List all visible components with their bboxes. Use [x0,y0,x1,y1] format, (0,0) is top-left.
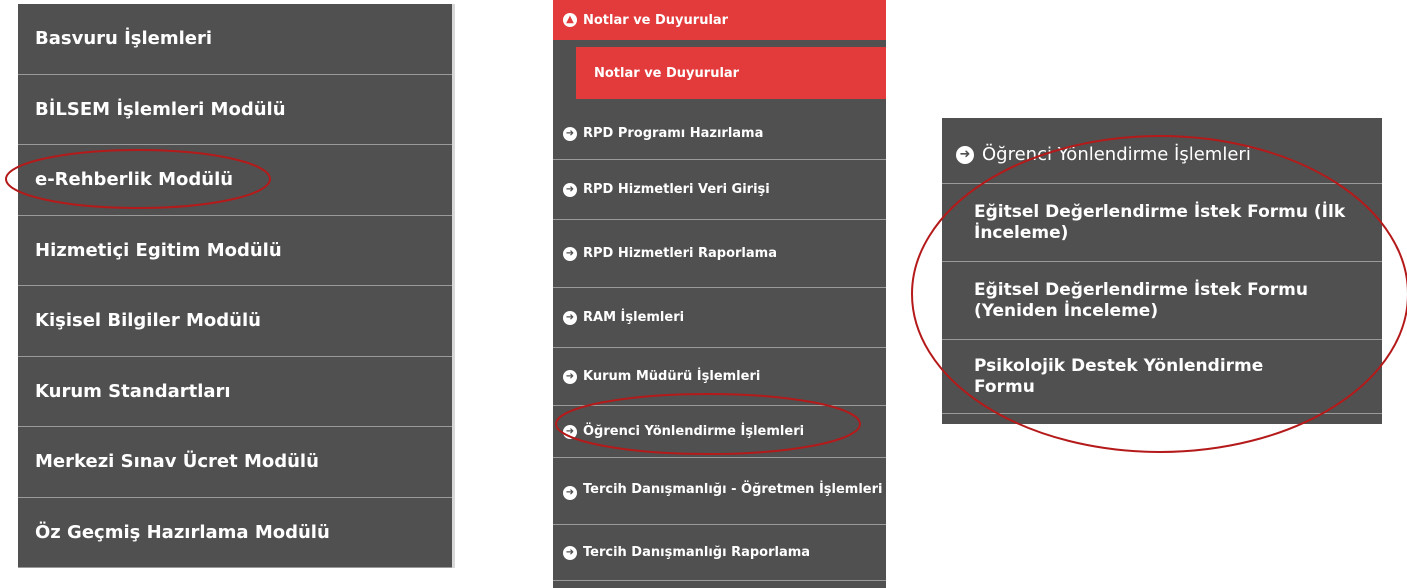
menu-item-merkezi-sinav[interactable]: Merkezi Sınav Ücret Modülü [18,427,452,498]
arrow-right-icon: ➜ [563,246,577,261]
arrow-up-icon: ▲ [563,13,577,27]
menu-item-label: RPD Hizmetleri Raporlama [583,246,777,261]
arrow-right-icon: ➜ [563,126,577,141]
menu-item-tercih-raporlama[interactable]: ➜ Tercih Danışmanlığı Raporlama [553,525,886,581]
menu-item-label: Öz Geçmiş Hazırlama Modülü [35,521,330,543]
arrow-right-icon: ➜ [563,310,577,325]
submenu-item-label: Notlar ve Duyurular [594,65,740,81]
menu-header-ogrenci-yonlendirme[interactable]: ➜ Öğrenci Yönlendirme İşlemleri [942,126,1382,184]
menu-item-label: RPD Programı Hazırlama [583,126,764,141]
menu-item-label: RPD Hizmetleri Veri Girişi [583,182,770,197]
menu-item-kisisel-bilgiler[interactable]: Kişisel Bilgiler Modülü [18,286,452,357]
menu-item-ogrenci-yonlendirme[interactable]: ➜ Öğrenci Yönlendirme İşlemleri [553,406,886,458]
menu-header-label: Öğrenci Yönlendirme İşlemleri [982,144,1251,165]
menu-item-label: Tercih Danışmanlığı - Öğretmen İşlemleri [583,482,883,497]
submenu-item-label: Eğitsel Değerlendirme İstek Formu (Yenid… [974,279,1308,321]
menu-item-ram-islemleri[interactable]: ➜ RAM İşlemleri [553,288,886,348]
menu-item-label: RAM İşlemleri [583,310,685,325]
menu-item-label: BİLSEM İşlemleri Modülü [35,98,286,120]
menu-item-basvuru[interactable]: Basvuru İşlemleri [18,4,452,75]
menu-item-label: Öğrenci Yönlendirme İşlemleri [583,424,805,439]
e-rehberlik-menu: ▲ Notlar ve Duyurular Notlar ve Duyurula… [553,0,886,588]
menu-item-hizmetici[interactable]: Hizmetiçi Egitim Modülü [18,216,452,286]
menu-item-label: Kurum Standartları [35,380,231,402]
arrow-right-icon: ➜ [956,145,974,164]
submenu-item-label: Eğitsel Değerlendirme İstek Formu (İlk İ… [974,201,1346,243]
menu-item-label: Notlar ve Duyurular [583,12,729,28]
menu-item-label: e-Rehberlik Modülü [35,169,234,191]
menu-item-kurum-muduru[interactable]: ➜ Kurum Müdürü İşlemleri [553,348,886,406]
menu-item-label: Kurum Müdürü İşlemleri [583,369,761,384]
arrow-right-icon: ➜ [563,545,577,560]
menu-item-notlar-duyurular[interactable]: ▲ Notlar ve Duyurular [553,0,886,40]
menu-item-bilsem[interactable]: BİLSEM İşlemleri Modülü [18,75,452,145]
arrow-right-icon: ➜ [563,182,577,197]
main-module-menu: Basvuru İşlemleri BİLSEM İşlemleri Modül… [18,4,455,568]
menu-item-label: Merkezi Sınav Ücret Modülü [35,451,319,473]
arrow-right-icon: ➜ [563,424,577,439]
menu-item-rpd-raporlama[interactable]: ➜ RPD Hizmetleri Raporlama [553,220,886,288]
submenu-item-egitsel-ilk[interactable]: Eğitsel Değerlendirme İstek Formu (İlk İ… [942,184,1382,262]
submenu-item-notlar-duyurular[interactable]: Notlar ve Duyurular [576,47,886,99]
menu-item-e-rehberlik[interactable]: e-Rehberlik Modülü [18,145,452,216]
submenu-item-egitsel-yeniden[interactable]: Eğitsel Değerlendirme İstek Formu (Yenid… [942,262,1382,340]
submenu-item-label: Psikolojik Destek Yönlendirme Formu [974,355,1264,397]
menu-item-label-wrap: ➜ Tercih Danışmanlığı - Öğretmen İşlemler… [563,482,883,500]
menu-item-label: Kişisel Bilgiler Modülü [35,310,261,332]
menu-item-kurum-standartlari[interactable]: Kurum Standartları [18,357,452,427]
menu-item-label: Basvuru İşlemleri [35,28,213,50]
menu-item-tercih-ogretmen[interactable]: ➜ Tercih Danışmanlığı - Öğretmen İşlemler… [553,458,886,525]
menu-item-label: Tercih Danışmanlığı Raporlama [583,545,811,560]
menu-item-oz-gecmis[interactable]: Öz Geçmiş Hazırlama Modülü [18,498,452,568]
arrow-right-icon: ➜ [563,486,577,500]
arrow-right-icon: ➜ [563,369,577,384]
menu-item-label: Hizmetiçi Egitim Modülü [35,239,282,261]
menu-item-rpd-veri-girisi[interactable]: ➜ RPD Hizmetleri Veri Girişi [553,160,886,220]
ogrenci-yonlendirme-menu: ➜ Öğrenci Yönlendirme İşlemleri Eğitsel … [942,118,1382,424]
menu-item-rpd-programi[interactable]: ➜ RPD Programı Hazırlama [553,108,886,160]
submenu-item-psikolojik-destek[interactable]: Psikolojik Destek Yönlendirme Formu [942,340,1382,414]
